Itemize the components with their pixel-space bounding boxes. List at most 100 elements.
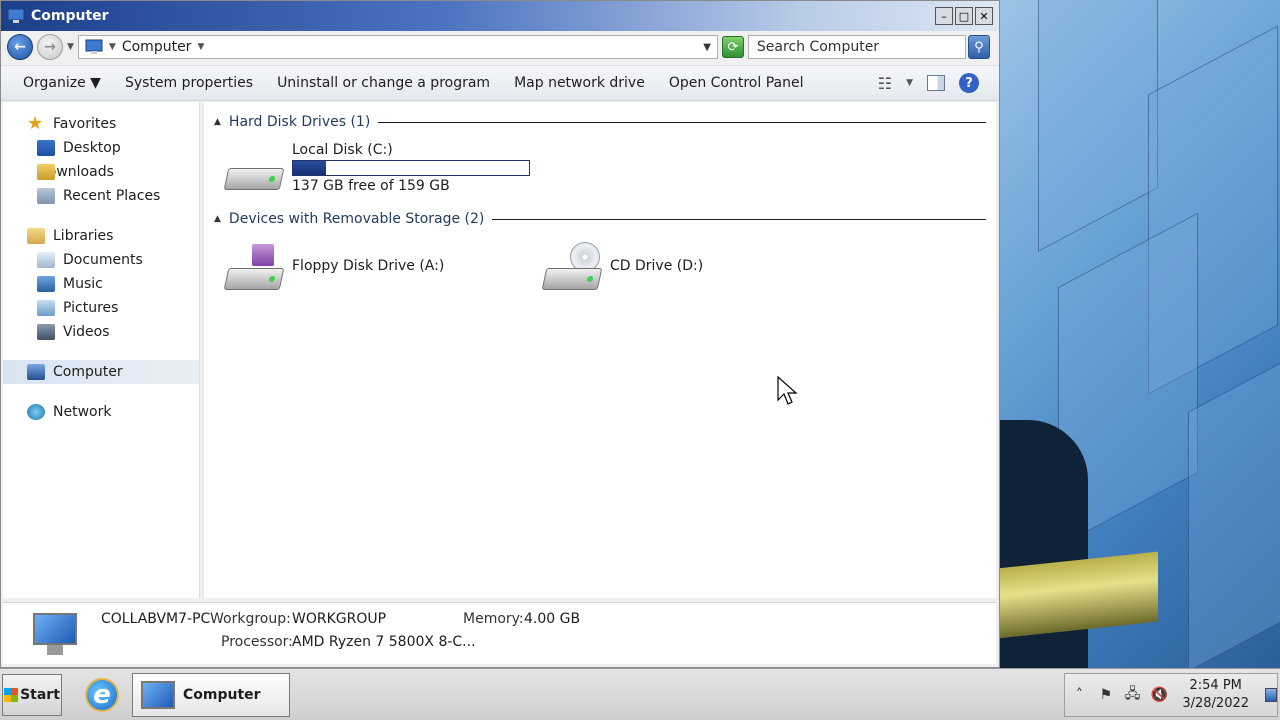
nav-computer-label: Computer — [53, 364, 123, 380]
content-pane: ▲ Hard Disk Drives (1) Local Disk (C:) 1… — [203, 102, 996, 598]
title-bar[interactable]: Computer – □ ✕ — [1, 1, 999, 31]
nav-downloads[interactable]: Downloads — [3, 160, 199, 184]
show-desktop-button[interactable] — [1265, 688, 1278, 702]
nav-favorites-label: Favorites — [53, 116, 117, 132]
nav-music[interactable]: Music — [3, 272, 199, 296]
nav-pictures-label: Pictures — [63, 300, 119, 316]
internet-explorer-button[interactable]: e — [80, 675, 124, 715]
hard-drive-icon — [223, 142, 285, 194]
recent-pages-dropdown-icon[interactable]: ▼ — [67, 42, 74, 52]
cd-drive-d[interactable]: CD Drive (D:) — [541, 242, 703, 294]
show-hidden-icons-icon[interactable]: ˄ — [1071, 687, 1088, 703]
local-disk-c[interactable]: Local Disk (C:) 137 GB free of 159 GB — [223, 142, 530, 194]
collapse-arrow-icon[interactable]: ▲ — [214, 117, 221, 127]
nav-libraries[interactable]: Libraries — [3, 224, 199, 248]
close-button[interactable]: ✕ — [975, 7, 993, 25]
search-button[interactable]: ⚲ — [967, 35, 990, 59]
open-control-panel-button[interactable]: Open Control Panel — [657, 75, 816, 91]
change-view-icon[interactable]: ☷ — [878, 74, 892, 93]
nav-network[interactable]: Network — [3, 400, 199, 424]
libraries-folder-icon — [27, 228, 45, 244]
floppy-drive-icon — [223, 242, 285, 294]
nav-documents-label: Documents — [63, 252, 143, 268]
nav-favorites[interactable]: ★ Favorites — [3, 112, 199, 136]
workgroup-label: Workgroup: — [210, 611, 291, 627]
nav-desktop[interactable]: Desktop — [3, 136, 199, 160]
uninstall-program-button[interactable]: Uninstall or change a program — [265, 75, 502, 91]
videos-icon — [37, 324, 55, 340]
maximize-button[interactable]: □ — [955, 7, 973, 25]
system-properties-button[interactable]: System properties — [113, 75, 265, 91]
explorer-body: ★ Favorites Desktop Downloads Recent Pla… — [3, 102, 996, 598]
collapse-arrow-icon[interactable]: ▲ — [214, 214, 221, 224]
nav-pictures[interactable]: Pictures — [3, 296, 199, 320]
refresh-button[interactable]: ⟳ — [721, 36, 744, 58]
memory-value: 4.00 GB — [524, 611, 581, 627]
taskbar: Start e Computer ˄ ⚑ 🖧 🔇 2:54 PM 3/28/20… — [0, 668, 1280, 720]
nav-recent-places[interactable]: Recent Places — [3, 184, 199, 208]
local-disk-name: Local Disk (C:) — [292, 142, 393, 158]
nav-music-label: Music — [63, 276, 103, 292]
floppy-drive-a[interactable]: Floppy Disk Drive (A:) — [223, 242, 445, 294]
removable-storage-group[interactable]: ▲ Devices with Removable Storage (2) — [214, 209, 986, 229]
back-button[interactable]: ← — [7, 34, 33, 60]
clock-time: 2:54 PM — [1189, 678, 1242, 693]
desktop-icon — [37, 140, 55, 156]
processor-value: AMD Ryzen 7 5800X 8-C... — [292, 634, 476, 650]
navigation-pane: ★ Favorites Desktop Downloads Recent Pla… — [3, 102, 200, 598]
computer-icon — [85, 39, 103, 54]
organize-button[interactable]: Organize ▼ — [11, 75, 113, 91]
disk-free-text: 137 GB free of 159 GB — [292, 178, 450, 194]
music-icon — [37, 276, 55, 292]
preview-pane-icon[interactable] — [927, 75, 945, 91]
clock-date: 3/28/2022 — [1182, 696, 1250, 711]
forward-button[interactable]: → — [37, 34, 63, 60]
cd-drive-icon — [541, 242, 603, 294]
nav-videos-label: Videos — [63, 324, 110, 340]
taskbar-window-label: Computer — [183, 687, 261, 703]
nav-recent-places-label: Recent Places — [63, 188, 161, 204]
memory-label: Memory: — [463, 611, 524, 627]
nav-documents[interactable]: Documents — [3, 248, 199, 272]
pictures-icon — [37, 300, 55, 316]
floppy-drive-label: Floppy Disk Drive (A:) — [292, 258, 445, 274]
breadcrumb-arrow-icon[interactable]: ▼ — [109, 42, 116, 52]
search-input[interactable]: Search Computer — [747, 35, 966, 59]
start-label: Start — [20, 687, 60, 703]
internet-explorer-icon: e — [85, 678, 119, 712]
address-history-dropdown-icon[interactable]: ▼ — [703, 42, 711, 53]
hard-disk-drives-group[interactable]: ▲ Hard Disk Drives (1) — [214, 112, 986, 132]
clock[interactable]: 2:54 PM 3/28/2022 — [1182, 677, 1249, 713]
minimize-button[interactable]: – — [935, 7, 953, 25]
breadcrumb-computer[interactable]: Computer — [122, 39, 192, 55]
taskbar-computer-window[interactable]: Computer — [132, 673, 290, 717]
system-tray: ˄ ⚑ 🖧 🔇 2:54 PM 3/28/2022 — [1064, 673, 1278, 717]
computer-icon — [141, 681, 175, 709]
volume-muted-icon[interactable]: 🔇 — [1151, 687, 1168, 703]
hard-disk-drives-header: Hard Disk Drives (1) — [228, 114, 371, 130]
computer-icon — [25, 613, 81, 657]
removable-storage-header: Devices with Removable Storage (2) — [228, 211, 485, 227]
desktop-wallpaper — [998, 0, 1280, 668]
disk-usage-bar — [292, 160, 530, 176]
breadcrumb-dropdown-icon[interactable]: ▼ — [197, 42, 204, 52]
nav-desktop-label: Desktop — [63, 140, 121, 156]
computer-name: COLLABVM7-PC — [101, 611, 211, 627]
start-button[interactable]: Start — [2, 674, 62, 716]
network-icon — [27, 404, 45, 420]
help-icon[interactable]: ? — [959, 73, 979, 93]
nav-videos[interactable]: Videos — [3, 320, 199, 344]
documents-icon — [37, 252, 55, 268]
view-dropdown-icon[interactable]: ▼ — [906, 78, 913, 88]
map-network-drive-button[interactable]: Map network drive — [502, 75, 657, 91]
workgroup-value: WORKGROUP — [292, 611, 387, 627]
nav-network-label: Network — [53, 404, 112, 420]
computer-icon — [7, 8, 25, 23]
nav-computer[interactable]: Computer — [3, 360, 199, 384]
network-status-icon[interactable]: 🖧 — [1124, 683, 1141, 707]
address-bar[interactable]: ▼ Computer ▼ ▼ — [77, 35, 718, 59]
mouse-cursor-icon — [777, 376, 798, 405]
action-center-flag-icon[interactable]: ⚑ — [1098, 687, 1115, 703]
star-icon: ★ — [27, 113, 44, 134]
address-row: ← → ▼ ▼ Computer ▼ ▼ ⟳ Search Computer ⚲ — [1, 31, 999, 63]
